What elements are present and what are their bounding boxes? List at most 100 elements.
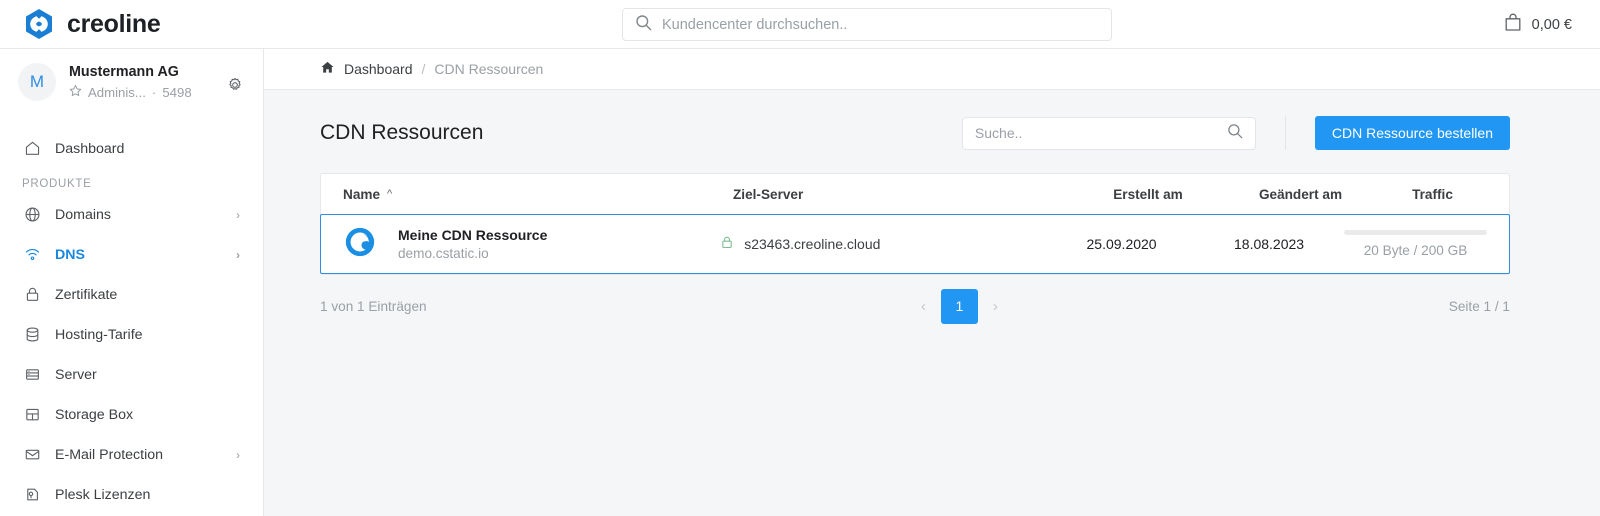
breadcrumb-current: CDN Ressourcen	[434, 61, 544, 77]
order-cdn-resource-button[interactable]: CDN Ressource bestellen	[1314, 116, 1510, 150]
table-header-row: Name ^ Ziel-Server Erstellt am Geändert …	[321, 174, 1509, 214]
page-content: CDN Ressourcen Suche.. CDN Ressource bes…	[264, 90, 1600, 516]
breadcrumb: Dashboard / CDN Ressourcen	[264, 49, 1600, 90]
chevron-right-icon: ›	[236, 447, 240, 462]
column-header-server[interactable]: Ziel-Server	[733, 187, 1073, 202]
home-icon	[23, 140, 41, 158]
sidebar-item-label: Server	[55, 366, 97, 383]
lock-icon	[23, 286, 41, 304]
chevron-right-icon[interactable]: ›	[989, 298, 1002, 315]
app-root: creoline Kundencenter durchsuchen.. 0,00…	[0, 0, 1600, 516]
account-role: Adminis...	[88, 84, 146, 100]
sidebar-nav: Dashboard PRODUKTE Domains › DNS › Zerti…	[0, 115, 263, 516]
account-text: Mustermann AG Adminis... · 5498	[69, 64, 192, 100]
cell-traffic: 20 Byte / 200 GB	[1344, 230, 1487, 258]
pagination: 1 von 1 Einträgen ‹ 1 › Seite 1 / 1	[320, 275, 1510, 337]
gear-icon[interactable]	[227, 77, 243, 98]
table-search-input[interactable]: Suche..	[961, 116, 1256, 150]
sidebar: M Mustermann AG Adminis... · 5498 Dashbo…	[0, 49, 264, 516]
cell-created: 25.09.2020	[1086, 236, 1157, 252]
lock-icon	[720, 235, 734, 253]
column-header-name-label: Name	[343, 186, 381, 202]
sidebar-item-hosting-tarife[interactable]: Hosting-Tarife	[14, 319, 249, 350]
license-icon	[23, 486, 41, 504]
cell-changed: 18.08.2023	[1234, 236, 1305, 252]
hexagon-logo-icon	[22, 7, 56, 41]
search-icon	[1227, 123, 1243, 144]
page-title: CDN Ressourcen	[320, 121, 484, 144]
star-icon	[69, 84, 82, 100]
sidebar-products-group: Domains › DNS › Zertifikate Hosting-Tari…	[0, 199, 263, 516]
sidebar-item-label: Zertifikate	[55, 286, 118, 303]
envelope-icon	[23, 446, 41, 464]
brand-logo-link[interactable]: creoline	[0, 7, 264, 41]
breadcrumb-root[interactable]: Dashboard	[344, 61, 413, 77]
traffic-progress-bar	[1344, 230, 1487, 235]
sidebar-item-label: Dashboard	[55, 140, 125, 157]
wifi-icon	[23, 246, 41, 264]
pagination-page-info: Seite 1 / 1	[1448, 298, 1510, 314]
resource-domain: demo.cstatic.io	[398, 246, 489, 261]
table-row[interactable]: Meine CDN Ressource demo.cstatic.io s234…	[320, 214, 1510, 274]
column-header-created[interactable]: Erstellt am	[1073, 187, 1223, 202]
pagination-controls: ‹ 1 ›	[917, 288, 1002, 324]
sidebar-item-plesk-lizenzen[interactable]: Plesk Lizenzen	[14, 479, 249, 510]
brand-name: creoline	[67, 9, 161, 38]
server-hostname: s23463.creoline.cloud	[744, 236, 881, 252]
table-search-placeholder: Suche..	[974, 125, 1023, 141]
cdn-logo-icon	[343, 225, 391, 264]
server-value-wrap: s23463.creoline.cloud	[720, 235, 1049, 253]
sidebar-item-storage-box[interactable]: Storage Box	[14, 399, 249, 430]
cart-amount: 0,00 €	[1531, 17, 1572, 33]
breadcrumb-separator: /	[421, 61, 426, 77]
box-icon	[23, 406, 41, 424]
resource-name: Meine CDN Ressource	[398, 227, 548, 243]
sidebar-item-domains[interactable]: Domains ›	[14, 199, 249, 230]
cell-server: s23463.creoline.cloud	[720, 235, 1049, 253]
sidebar-item-label: Plesk Lizenzen	[55, 486, 151, 503]
account-name: Mustermann AG	[69, 64, 179, 80]
chevron-right-icon: ›	[236, 207, 240, 222]
sidebar-item-label: E-Mail Protection	[55, 446, 164, 463]
top-bar: creoline Kundencenter durchsuchen.. 0,00…	[0, 0, 1600, 49]
avatar: M	[18, 63, 56, 101]
account-separator: ·	[151, 84, 157, 100]
sidebar-section-label: PRODUKTE	[22, 178, 92, 190]
cdn-resources-table: Name ^ Ziel-Server Erstellt am Geändert …	[320, 173, 1510, 275]
traffic-wrap: 20 Byte / 200 GB	[1344, 230, 1487, 258]
sidebar-item-label: Storage Box	[55, 406, 134, 423]
search-icon	[635, 14, 652, 36]
global-search-placeholder: Kundencenter durchsuchen..	[662, 16, 848, 33]
vertical-divider	[1284, 116, 1286, 150]
column-header-changed[interactable]: Geändert am	[1223, 187, 1378, 202]
column-header-traffic[interactable]: Traffic	[1378, 187, 1487, 202]
chevron-right-icon: ›	[236, 247, 240, 262]
sidebar-item-dns[interactable]: DNS ›	[14, 239, 249, 270]
globe-icon	[23, 206, 41, 224]
sidebar-item-label: Hosting-Tarife	[55, 326, 143, 343]
account-subline: Adminis... · 5498	[69, 84, 192, 100]
global-search-input[interactable]: Kundencenter durchsuchen..	[622, 8, 1112, 41]
column-header-name[interactable]: Name ^	[343, 187, 733, 202]
pagination-page-1[interactable]: 1	[940, 288, 978, 324]
sidebar-item-label: DNS	[55, 246, 85, 263]
traffic-label: 20 Byte / 200 GB	[1363, 243, 1468, 258]
account-summary[interactable]: M Mustermann AG Adminis... · 5498	[0, 49, 263, 115]
sidebar-top-group: Dashboard	[0, 123, 263, 164]
page-header-actions: Suche.. CDN Ressource bestellen	[961, 116, 1510, 150]
cart-button[interactable]: 0,00 €	[1504, 13, 1572, 37]
cell-name: Meine CDN Ressource demo.cstatic.io	[343, 225, 720, 264]
sidebar-item-server[interactable]: Server	[14, 359, 249, 390]
sidebar-item-label: Domains	[55, 206, 111, 223]
chevron-left-icon[interactable]: ‹	[917, 298, 930, 315]
sidebar-item-email-protection[interactable]: E-Mail Protection ›	[14, 439, 249, 470]
server-icon	[23, 366, 41, 384]
home-icon[interactable]	[320, 60, 335, 78]
account-customer-id: 5498	[162, 84, 192, 100]
database-icon	[23, 326, 41, 344]
pagination-summary: 1 von 1 Einträgen	[320, 298, 427, 314]
sort-asc-icon: ^	[387, 188, 393, 200]
sidebar-item-zertifikate[interactable]: Zertifikate	[14, 279, 249, 310]
page-header: CDN Ressourcen Suche.. CDN Ressource bes…	[320, 115, 1510, 151]
sidebar-item-dashboard[interactable]: Dashboard	[14, 133, 249, 164]
